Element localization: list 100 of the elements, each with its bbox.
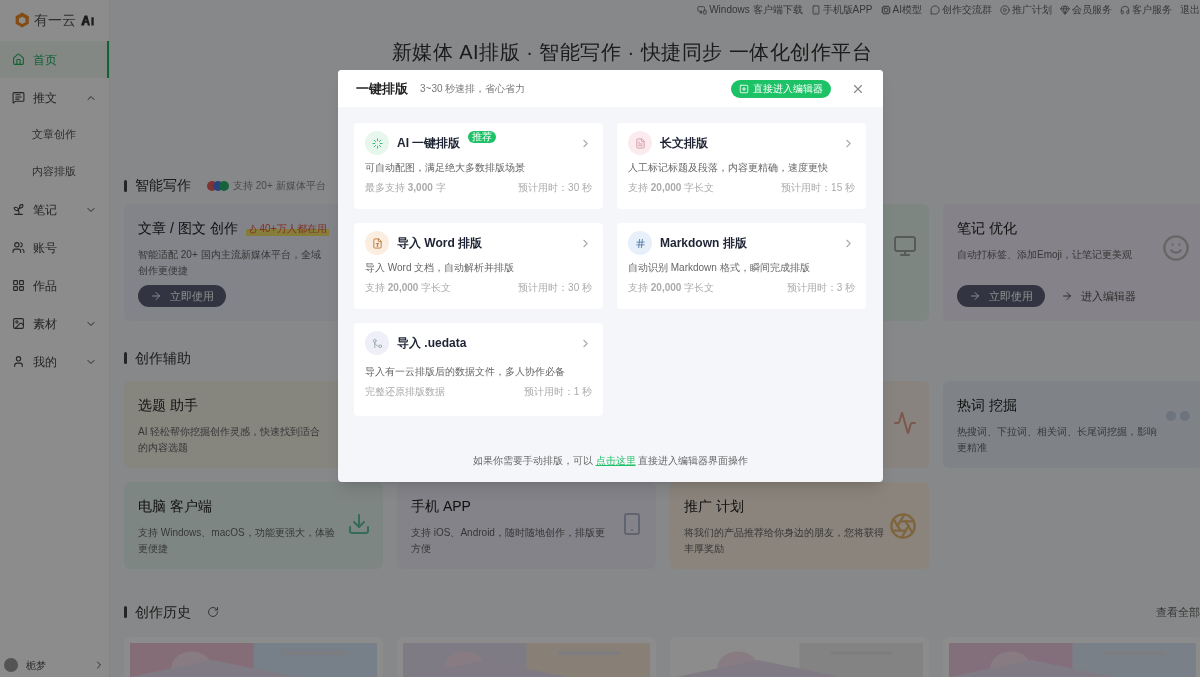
option-limit: 支持 20,000 字长文 [628,281,715,295]
pulse-icon [893,411,917,435]
arrow-right-icon [1061,290,1073,302]
card-title: 热词 挖掘 [957,396,1017,415]
dialog-title: 一键排版 [356,79,408,98]
flame-icon [247,223,258,234]
option-title: 长文排版 [660,135,708,152]
card-title: 电脑 客户端 [138,497,212,516]
option-time: 预计用时：30 秒 [518,281,592,295]
card-title: 选题 助手 [138,396,198,415]
option-time: 预计用时：30 秒 [518,181,592,195]
play-icon [1000,4,1010,15]
user-name: 栀梦 [26,658,46,673]
card-description: AI 轻松帮你挖掘创作灵感，快速找到适合的内容选题 [138,425,322,455]
devices-icon [697,4,708,15]
history-card[interactable] [124,637,383,677]
user-icon [12,355,25,368]
grid-icon [12,279,25,292]
feature-card[interactable]: 电脑 客户端 支持 Windows、macOS，功能更强大，体验更便捷 [124,482,383,569]
option-description: 人工标记标题及段落，内容更精确，速度更快 [628,161,829,175]
sidebar-item[interactable]: 推文 [0,79,109,116]
avatar-icon [4,658,18,672]
sidebar-subitem[interactable]: 内容排版 [0,153,109,190]
layout-option-card[interactable]: 导入 .uedata 导入有一云排版后的数据文件，多人协作必备 完整还原排版数据 预计用时：1 秒 [354,323,603,416]
platform-logos-icon [207,180,229,191]
headline: 新媒体 AI排版 · 智能写作 · 快捷同步 一体化创作平台 [391,39,873,64]
layout-option-card[interactable]: 长文排版 人工标记标题及段落，内容更精确，速度更快 支持 20,000 字长文 预计用时：15 秒 [617,123,866,209]
aperture-icon [889,512,917,540]
top-link[interactable]: AI模型 [880,2,922,18]
card-description: 将我们的产品推荐给你身边的朋友，您将获得丰厚奖励 [684,526,884,556]
open-editor-link[interactable]: 进入编辑器 [1061,287,1136,305]
top-link[interactable]: 客户服务 [1120,2,1172,18]
sidebar-subitem[interactable]: 文章创作 [0,116,109,153]
sparkle-icon [365,131,389,155]
word-file-icon [365,231,389,255]
feature-card[interactable]: 笔记 优化 自动打标签、添加Emoji，让笔记更美观 立即使用 进入编辑器 [943,204,1200,321]
option-limit: 完整还原排版数据 [365,385,445,399]
use-now-button[interactable]: 立即使用 [957,285,1045,307]
option-title: Markdown 排版 [660,235,747,252]
top-link[interactable]: Windows 客户端下载 [697,2,803,18]
refresh-icon[interactable] [207,606,219,618]
sidebar-item[interactable]: 我的 [0,343,109,380]
sidebar-item[interactable]: 作品 [0,267,109,304]
layout-option-card[interactable]: 导入 Word 排版 导入 Word 文档，自动解析并排版 支持 20,000 字长文 预计用时：30 秒 [354,223,603,309]
card-title: 手机 APP [411,497,471,516]
layout-option-card[interactable]: AI 一键排版 推荐 可自动配图，满足绝大多数排版场景 最多支持 3,000 字 预计用时：30 秒 [354,123,603,209]
document-icon [628,131,652,155]
monitor-icon [893,234,917,258]
card-description: 热搜词、下拉词、相关词、长尾词挖掘，影响更精准 [957,425,1157,455]
card-description: 支持 iOS、Android，随时随地创作，排版更方便 [411,526,606,556]
option-description: 自动识别 Markdown 格式，瞬间完成排版 [628,261,811,275]
option-description: 导入有一云排版后的数据文件，多人协作必备 [365,365,566,379]
card-title: 笔记 优化 [957,219,1017,238]
use-now-button[interactable]: 立即使用 [138,285,226,307]
image-icon [12,317,25,330]
users-icon [12,241,25,254]
headset-icon [1120,4,1130,15]
feature-card[interactable]: 选题 助手 AI 轻松帮你挖掘创作灵感，快速找到适合的内容选题 [124,381,338,468]
card-description: 智能适配 20+ 国内主流新媒体平台，全域创作更便捷 [138,248,322,278]
ai-logo-icon [80,14,95,26]
option-title: AI 一键排版 [397,135,461,152]
section-title: 创作历史 [135,602,191,622]
option-limit: 最多支持 3,000 字 [365,181,446,195]
cube-logo-icon [14,11,31,29]
card-title: 推广 计划 [684,497,744,516]
option-description: 可自动配图，满足绝大多数排版场景 [365,161,526,175]
smile-icon [1162,234,1190,262]
sidebar-item[interactable]: 账号 [0,229,109,266]
arrow-right-icon [969,290,981,302]
view-all-link[interactable]: 查看全部 [1156,603,1200,621]
top-link[interactable]: 退出 [1180,2,1200,18]
option-time: 预计用时：3 秒 [786,281,855,295]
option-time: 预计用时：1 秒 [523,385,592,399]
section-title: 智能写作 [135,176,191,195]
layout-option-card[interactable]: Markdown 排版 自动识别 Markdown 格式，瞬间完成排版 支持 20,000 字长文 预计用时：3 秒 [617,223,866,309]
dialog-subtitle: 3~30 秒速排，省心省力 [420,82,526,96]
history-card[interactable] [943,637,1200,677]
sidebar-item[interactable]: 素材 [0,305,109,342]
top-link[interactable]: 推广计划 [1000,2,1052,18]
recommend-badge: 推荐 [468,131,497,143]
option-title: 导入 .uedata [397,335,467,352]
top-link[interactable]: 创作交流群 [930,2,992,18]
sidebar-item[interactable]: 笔记 [0,191,109,228]
top-link[interactable]: 会员服务 [1060,2,1112,18]
message-icon [12,91,25,104]
logo-text: 有一云 [34,10,77,30]
feature-card[interactable]: 热词 挖掘 热搜词、下拉词、相关词、长尾词挖掘，影响更精准 [943,381,1200,468]
feature-card[interactable]: 手机 APP 支持 iOS、Android，随时随地创作，排版更方便 [397,482,656,569]
option-description: 导入 Word 文档，自动解析并排版 [365,261,516,275]
phone-icon [810,4,821,15]
arrow-right-icon [150,290,162,302]
feature-card[interactable]: 推广 计划 将我们的产品推荐给你身边的朋友，您将获得丰厚奖励 [670,482,929,569]
feature-card[interactable]: 文章 / 图文 创作 40+万人都在用 智能适配 20+ 国内主流新媒体平台，全域创作更便捷 立即使用 [124,204,338,321]
option-limit: 支持 20,000 字长文 [365,281,452,295]
card-description: 自动打标签、添加Emoji，让笔记更美观 [957,248,1133,262]
card-title: 文章 / 图文 创作 [138,219,238,238]
option-time: 预计用时：15 秒 [781,181,855,195]
markdown-icon [628,231,652,255]
sprout-icon [12,203,25,216]
top-link[interactable]: 手机版APP [810,2,873,18]
